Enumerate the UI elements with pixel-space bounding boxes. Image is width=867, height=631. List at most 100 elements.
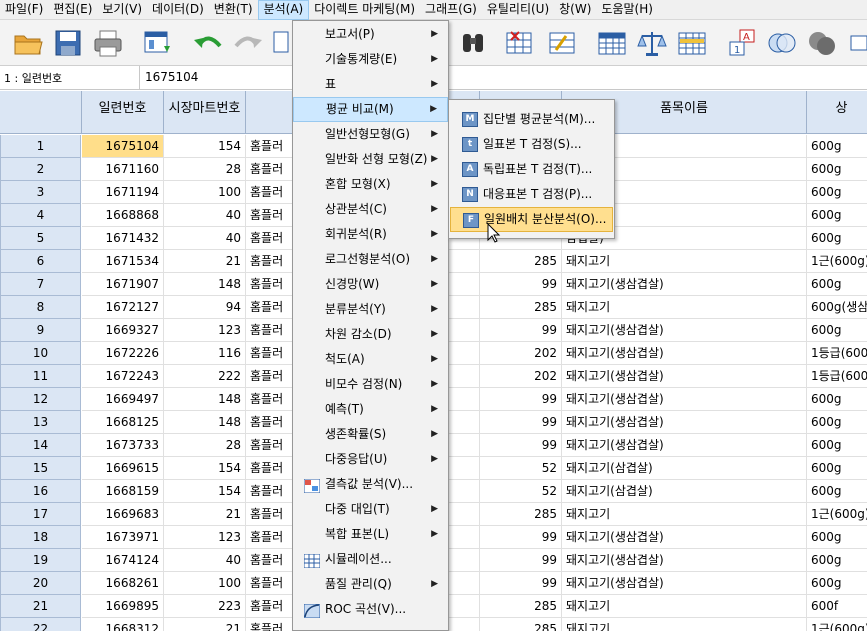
- menu-2[interactable]: 보기(V): [97, 0, 147, 20]
- analyze-menu-item-15[interactable]: 예측(T) ▶: [293, 397, 448, 422]
- compare-means-item-2[interactable]: A 독립표본 T 검정(T)...: [450, 157, 613, 182]
- weight-cases-icon[interactable]: [636, 28, 668, 58]
- cell-unit[interactable]: 600g: [807, 457, 867, 480]
- cell-serial[interactable]: 1668261: [82, 572, 164, 595]
- cell-unit[interactable]: 600g: [807, 434, 867, 457]
- cell-unit[interactable]: 600g: [807, 388, 867, 411]
- cell-item[interactable]: 돼지고기(생삼겹살): [562, 572, 807, 595]
- cell-unit[interactable]: 1근(600g): [807, 250, 867, 273]
- cell-mart[interactable]: 154: [164, 135, 246, 158]
- cell-unit[interactable]: 600g: [807, 411, 867, 434]
- cell-serial[interactable]: 1669895: [82, 595, 164, 618]
- row-number[interactable]: 13: [0, 411, 81, 434]
- analyze-menu-item-6[interactable]: 혼합 모형(X) ▶: [293, 172, 448, 197]
- column-header[interactable]: 일련번호: [82, 91, 164, 134]
- cell-mart[interactable]: 154: [164, 480, 246, 503]
- menu-9[interactable]: 창(W): [554, 0, 596, 20]
- compare-means-item-1[interactable]: t 일표본 T 검정(S)...: [450, 132, 613, 157]
- cell-mart[interactable]: 148: [164, 411, 246, 434]
- row-number[interactable]: 11: [0, 365, 81, 388]
- analyze-menu-item-16[interactable]: 생존확률(S) ▶: [293, 422, 448, 447]
- insert-cases-icon[interactable]: [503, 28, 535, 58]
- menu-8[interactable]: 유틸리티(U): [482, 0, 554, 20]
- menu-0[interactable]: 파일(F): [0, 0, 48, 20]
- cell-mart[interactable]: 116: [164, 342, 246, 365]
- insert-variable-icon[interactable]: [546, 28, 578, 58]
- row-number[interactable]: 4: [0, 204, 81, 227]
- cell-item[interactable]: 돼지고기(생삼겹살): [562, 273, 807, 296]
- menu-5[interactable]: 분석(A): [257, 0, 310, 20]
- compare-means-item-4[interactable]: F 일원배치 분산분석(O)...: [450, 207, 613, 232]
- cell-mart[interactable]: 21: [164, 503, 246, 526]
- cell-serial[interactable]: 1671160: [82, 158, 164, 181]
- analyze-menu-item-11[interactable]: 분류분석(Y) ▶: [293, 297, 448, 322]
- cell-mart[interactable]: 28: [164, 158, 246, 181]
- analyze-menu-item-10[interactable]: 신경망(W) ▶: [293, 272, 448, 297]
- cell-code[interactable]: 99: [480, 434, 562, 457]
- compare-means-item-3[interactable]: N 대응표본 T 검정(P)...: [450, 182, 613, 207]
- cell-item[interactable]: 돼지고기: [562, 595, 807, 618]
- cell-serial[interactable]: 1673971: [82, 526, 164, 549]
- row-number[interactable]: 1: [0, 135, 81, 158]
- row-number[interactable]: 18: [0, 526, 81, 549]
- cell-unit[interactable]: 600g: [807, 158, 867, 181]
- cell-item[interactable]: 돼지고기(생삼겹살): [562, 388, 807, 411]
- analyze-menu-item-9[interactable]: 로그선형분석(O) ▶: [293, 247, 448, 272]
- menu-10[interactable]: 도움말(H): [596, 0, 658, 20]
- analyze-menu-item-19[interactable]: 다중 대입(T) ▶: [293, 497, 448, 522]
- cell-item[interactable]: 돼지고기(삼겹살): [562, 480, 807, 503]
- cell-serial[interactable]: 1669327: [82, 319, 164, 342]
- cell-unit[interactable]: 600g: [807, 135, 867, 158]
- cell-unit[interactable]: 1등급(600: [807, 342, 867, 365]
- cell-unit[interactable]: 600g(생삼: [807, 296, 867, 319]
- analyze-menu-item-3[interactable]: 평균 비교(M) ▶: [293, 97, 448, 122]
- column-header[interactable]: 시장마트번호: [164, 91, 246, 134]
- row-number[interactable]: 2: [0, 158, 81, 181]
- cell-unit[interactable]: 1근(600g): [807, 503, 867, 526]
- cell-unit[interactable]: 600g: [807, 526, 867, 549]
- cell-serial[interactable]: 1671907: [82, 273, 164, 296]
- cell-mart[interactable]: 123: [164, 526, 246, 549]
- cell-serial[interactable]: 1675104: [82, 135, 164, 158]
- menu-3[interactable]: 데이터(D): [147, 0, 209, 20]
- cell-unit[interactable]: 600g: [807, 572, 867, 595]
- row-number[interactable]: 14: [0, 434, 81, 457]
- cell-serial[interactable]: 1668312: [82, 618, 164, 631]
- cell-item[interactable]: 돼지고기: [562, 618, 807, 631]
- cell-item[interactable]: 돼지고기(생삼겹살): [562, 549, 807, 572]
- save-icon[interactable]: [52, 28, 84, 58]
- analyze-menu-item-12[interactable]: 차원 감소(D) ▶: [293, 322, 448, 347]
- cell-unit[interactable]: 600g: [807, 319, 867, 342]
- row-number[interactable]: 6: [0, 250, 81, 273]
- menu-7[interactable]: 그래프(G): [420, 0, 482, 20]
- cell-code[interactable]: 99: [480, 319, 562, 342]
- analyze-menu-item-22[interactable]: 품질 관리(Q) ▶: [293, 572, 448, 597]
- cell-mart[interactable]: 21: [164, 250, 246, 273]
- analyze-menu-item-0[interactable]: 보고서(P) ▶: [293, 22, 448, 47]
- analyze-menu-item-23[interactable]: ROC 곡선(V)...: [293, 597, 448, 622]
- cell-mart[interactable]: 222: [164, 365, 246, 388]
- cell-mart[interactable]: 148: [164, 273, 246, 296]
- cell-code[interactable]: 202: [480, 342, 562, 365]
- row-number[interactable]: 12: [0, 388, 81, 411]
- cell-mart[interactable]: 148: [164, 388, 246, 411]
- cell-mart[interactable]: 40: [164, 204, 246, 227]
- cell-unit[interactable]: 600f: [807, 595, 867, 618]
- cell-serial[interactable]: 1671194: [82, 181, 164, 204]
- menu-1[interactable]: 편집(E): [48, 0, 97, 20]
- row-number[interactable]: 9: [0, 319, 81, 342]
- cell-mart[interactable]: 40: [164, 227, 246, 250]
- analyze-menu-item-21[interactable]: 시뮬레이션...: [293, 547, 448, 572]
- analyze-menu-item-8[interactable]: 회귀분석(R) ▶: [293, 222, 448, 247]
- row-number[interactable]: 20: [0, 572, 81, 595]
- compare-means-item-0[interactable]: M 집단별 평균분석(M)...: [450, 107, 613, 132]
- cell-code[interactable]: 202: [480, 365, 562, 388]
- analyze-menu-item-17[interactable]: 다중응답(U) ▶: [293, 447, 448, 472]
- cell-mart[interactable]: 100: [164, 572, 246, 595]
- cell-serial[interactable]: 1669497: [82, 388, 164, 411]
- cell-serial[interactable]: 1674124: [82, 549, 164, 572]
- cell-serial[interactable]: 1669683: [82, 503, 164, 526]
- cell-mart[interactable]: 21: [164, 618, 246, 631]
- analyze-menu-item-18[interactable]: 결측값 분석(V)...: [293, 472, 448, 497]
- analyze-menu-item-14[interactable]: 비모수 검정(N) ▶: [293, 372, 448, 397]
